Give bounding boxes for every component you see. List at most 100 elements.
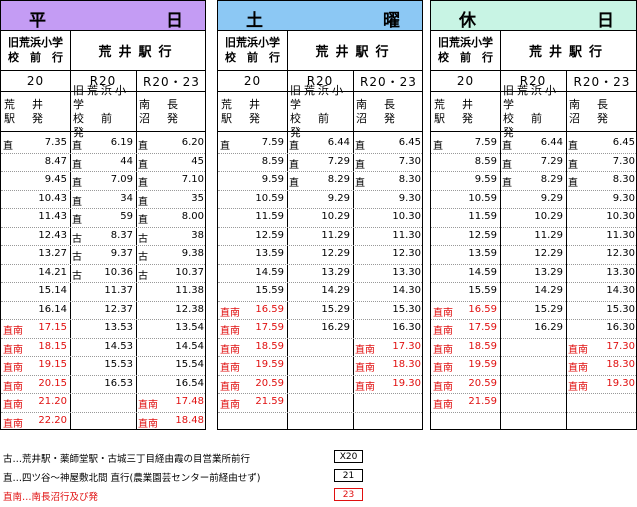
day-header-right: 日	[597, 11, 614, 31]
time-value: 17.59	[468, 322, 497, 333]
departure-time: 直南 20.59	[431, 376, 500, 394]
time-value: 19.30	[392, 377, 421, 389]
route-number: R20・23	[136, 71, 205, 92]
legend-row-choku: 直…四ツ谷～神屋敷北間 直行(農業園芸センター前経由せず)	[3, 473, 261, 484]
departure-time: 13.59	[431, 246, 500, 264]
departure-time: 直南 19.15	[1, 357, 70, 375]
time-value: 17.48	[175, 396, 204, 407]
departure-time: 直 6.44	[500, 135, 566, 153]
departure-time: 直 7.10	[136, 172, 205, 190]
time-value: 7.29	[327, 155, 350, 167]
time-value: 13.27	[38, 248, 67, 259]
timetable-holiday: 休日旧荒浜小学校 前 行荒井駅行 20 荒 井 駅 発 R20 旧荒浜小学校 前 発 R2…	[430, 0, 637, 430]
departure-time: 直 7.30	[353, 154, 422, 172]
day-header: 土曜	[218, 1, 422, 31]
time-value: 18.30	[606, 359, 635, 370]
time-value: 9.38	[181, 248, 204, 259]
time-value: 7.30	[398, 155, 421, 167]
service-mark: 直	[502, 159, 512, 171]
departure-time: 古 9.38	[136, 246, 205, 264]
time-value: 16.54	[175, 377, 204, 389]
departure-time: 古 8.37	[70, 228, 136, 246]
destination-line: 校 前 行	[438, 51, 493, 64]
legend-row-ko: 古…荒井駅・薬師堂駅・古城三丁目経由霞の目営業所前行	[3, 454, 251, 465]
service-mark: 直	[220, 141, 230, 152]
time-value: 11.59	[468, 211, 497, 222]
time-value: 15.59	[255, 285, 284, 296]
time-value: 9.59	[261, 174, 284, 185]
time-value: 38	[191, 229, 204, 241]
departure-time: 直南 16.59	[431, 302, 500, 320]
time-value: 17.15	[38, 322, 67, 333]
service-mark: 直南	[355, 344, 375, 356]
departure-time: 12.37	[70, 302, 136, 320]
service-mark: 直南	[220, 400, 240, 411]
timetable-saturday: 土曜旧荒浜小学校 前 行荒井駅行 20 荒 井 駅 発 R20 旧荒浜小学校 前 発 R2…	[217, 0, 423, 430]
departure-time: 直南 18.59	[431, 339, 500, 357]
time-value: 8.30	[612, 174, 635, 185]
time-value: 13.30	[606, 266, 635, 278]
time-value: 15.54	[175, 359, 204, 370]
time-value: 20.15	[38, 377, 67, 389]
time-value: 13.54	[175, 322, 204, 333]
legend-box-21: 21	[334, 469, 363, 482]
service-mark: 直南	[3, 363, 23, 374]
time-value: 17.30	[392, 340, 421, 352]
timetable-weekday: 平日旧荒浜小学校 前 行荒井駅行 20 荒 井 駅 発 R20 旧荒浜小学校 前 発 R2…	[0, 0, 206, 430]
departure-time: 直 6.45	[566, 135, 636, 153]
departure-time: 古 9.37	[70, 246, 136, 264]
legend-row-chokunan: 直南…南長沼行及び発	[3, 492, 99, 503]
destination-arai-station: 荒井駅行	[500, 30, 636, 71]
destination-arahama: 旧荒浜小学校 前 行	[218, 30, 287, 71]
column-name-line: 荒 井 駅 発	[434, 97, 490, 125]
service-mark: 直南	[433, 363, 453, 374]
time-value: 34	[120, 192, 133, 204]
column-name: 荒 井 駅 発	[1, 92, 70, 132]
time-value: 14.30	[606, 285, 635, 296]
service-mark: 直	[355, 178, 365, 189]
time-value: 11.29	[534, 229, 563, 241]
time-value: 10.30	[392, 211, 421, 222]
service-mark: 直南	[433, 400, 453, 411]
departure-time: 古 10.36	[70, 265, 136, 283]
service-mark: 古	[72, 233, 82, 245]
departure-time: 直南 19.59	[218, 357, 287, 375]
departure-time: 直南 18.48	[136, 413, 205, 430]
departure-time: 直南 19.30	[566, 376, 636, 394]
departure-time: 13.59	[218, 246, 287, 264]
service-mark: 直南	[568, 363, 588, 374]
column-name-line: 荒 井 駅 発	[221, 97, 277, 125]
departure-time: 16.30	[353, 320, 422, 338]
time-value: 15.29	[534, 303, 563, 315]
departure-time: 直南 18.59	[218, 339, 287, 357]
column-name: 荒 井 駅 発	[431, 92, 500, 132]
departure-time: 13.27	[1, 246, 70, 264]
time-value: 15.30	[392, 303, 421, 315]
time-value: 14.54	[175, 340, 204, 352]
departure-time: 直南 22.20	[1, 413, 70, 430]
service-mark: 直	[138, 159, 148, 171]
departure-time: 古 38	[136, 228, 205, 246]
departure-time: 16.29	[500, 320, 566, 338]
departure-time: 直南 20.59	[218, 376, 287, 394]
time-value: 13.29	[534, 266, 563, 278]
day-header: 休日	[431, 1, 636, 31]
departure-time: 直 34	[70, 191, 136, 209]
time-value: 10.29	[534, 211, 563, 222]
departure-time: 13.53	[70, 320, 136, 338]
departure-time: 直南 17.15	[1, 320, 70, 338]
departure-time: 14.59	[431, 265, 500, 283]
departure-time: 直 7.35	[1, 135, 70, 153]
column-name: 荒 井 駅 発	[218, 92, 287, 132]
time-value: 12.59	[468, 229, 497, 241]
departure-time: 直南 18.30	[566, 357, 636, 375]
destination-line: 校 前 行	[225, 51, 280, 64]
time-value: 8.59	[474, 155, 497, 167]
time-value: 15.30	[606, 303, 635, 315]
departure-time: 11.37	[70, 283, 136, 301]
time-value: 14.53	[104, 340, 133, 352]
departure-time: 直 35	[136, 191, 205, 209]
departure-time: 11.59	[431, 209, 500, 227]
time-value: 14.30	[392, 285, 421, 296]
time-value: 8.37	[110, 229, 133, 241]
